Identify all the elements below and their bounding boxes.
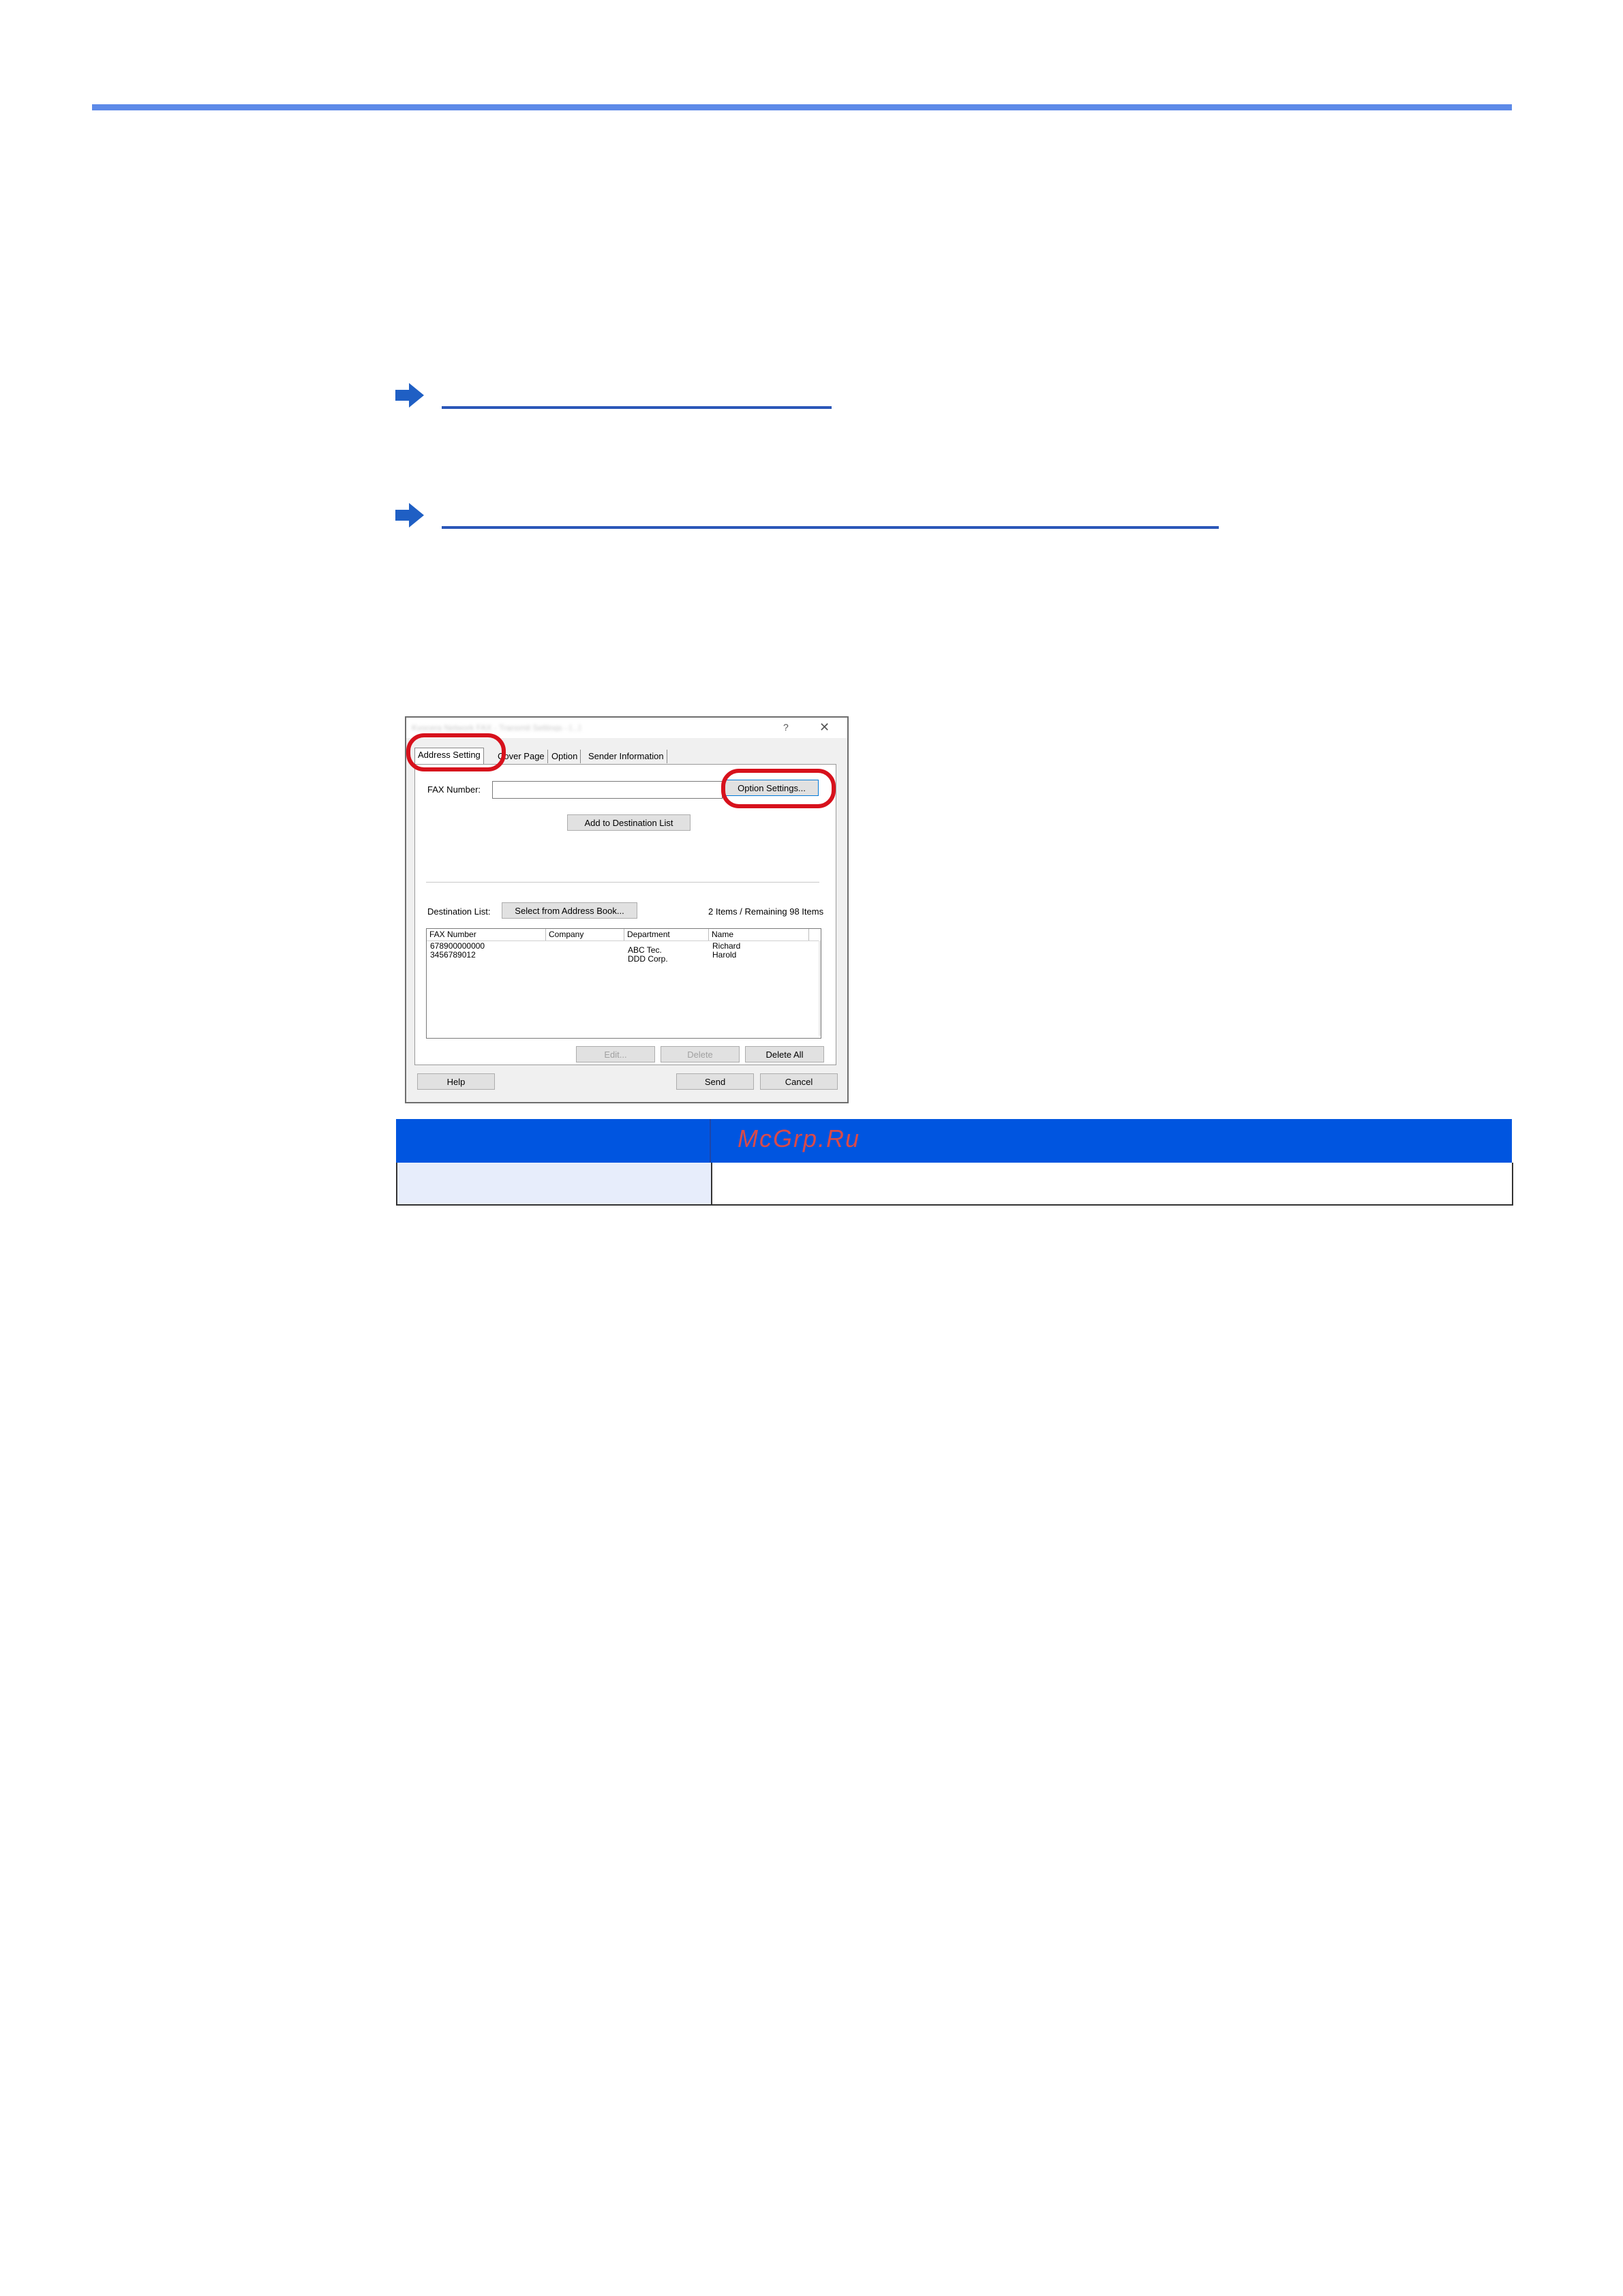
column-fax-number[interactable]: FAX Number bbox=[427, 929, 546, 940]
fax-number-label: FAX Number: bbox=[427, 784, 481, 795]
table-cell-description bbox=[712, 1163, 1512, 1204]
help-button[interactable]: Help bbox=[417, 1073, 495, 1090]
destination-list-header: FAX Number Company Department Name bbox=[427, 929, 821, 941]
tab-sender-information[interactable]: Sender Information bbox=[586, 750, 667, 763]
list-scrollbar[interactable] bbox=[819, 940, 821, 1036]
settings-table-row bbox=[396, 1163, 1513, 1206]
settings-table-header bbox=[396, 1119, 1512, 1163]
section-divider bbox=[426, 882, 819, 883]
row-name: Harold bbox=[712, 950, 737, 960]
row-department: DDD Corp. bbox=[628, 954, 668, 964]
tab-option[interactable]: Option bbox=[549, 750, 581, 763]
close-icon[interactable]: ✕ bbox=[819, 720, 830, 735]
watermark: McGrp.Ru bbox=[738, 1124, 861, 1152]
column-department[interactable]: Department bbox=[624, 929, 709, 940]
column-name[interactable]: Name bbox=[709, 929, 809, 940]
reference-link-1[interactable] bbox=[442, 383, 832, 409]
send-button[interactable]: Send bbox=[676, 1073, 754, 1090]
highlight-address-setting-tab bbox=[406, 733, 506, 771]
add-to-destination-list-button[interactable]: Add to Destination List bbox=[567, 814, 691, 831]
reference-link-2[interactable] bbox=[442, 503, 1219, 529]
window-title: Kyocera Network FAX - Transmit Settings … bbox=[412, 723, 581, 731]
destination-list-label: Destination List: bbox=[427, 906, 491, 917]
delete-all-button[interactable]: Delete All bbox=[745, 1046, 824, 1062]
destination-list[interactable]: FAX Number Company Department Name 67890… bbox=[426, 928, 821, 1039]
select-from-address-book-button[interactable]: Select from Address Book... bbox=[502, 902, 637, 919]
items-count: 2 Items / Remaining 98 Items bbox=[708, 906, 824, 917]
table-column-divider bbox=[710, 1119, 711, 1163]
row-fax-number: 3456789012 bbox=[430, 950, 476, 960]
help-icon[interactable]: ? bbox=[783, 722, 789, 733]
highlight-option-settings-button bbox=[721, 769, 836, 808]
table-cell-item bbox=[397, 1163, 712, 1204]
top-rule bbox=[92, 104, 1512, 110]
fax-number-input[interactable] bbox=[492, 781, 723, 799]
arrow-right-icon bbox=[395, 383, 424, 408]
cancel-button[interactable]: Cancel bbox=[760, 1073, 838, 1090]
arrow-right-icon bbox=[395, 503, 424, 527]
delete-button[interactable]: Delete bbox=[661, 1046, 740, 1062]
edit-button[interactable]: Edit... bbox=[576, 1046, 655, 1062]
column-company[interactable]: Company bbox=[546, 929, 624, 940]
address-setting-panel: FAX Number: Option Settings... Add to De… bbox=[414, 764, 836, 1065]
